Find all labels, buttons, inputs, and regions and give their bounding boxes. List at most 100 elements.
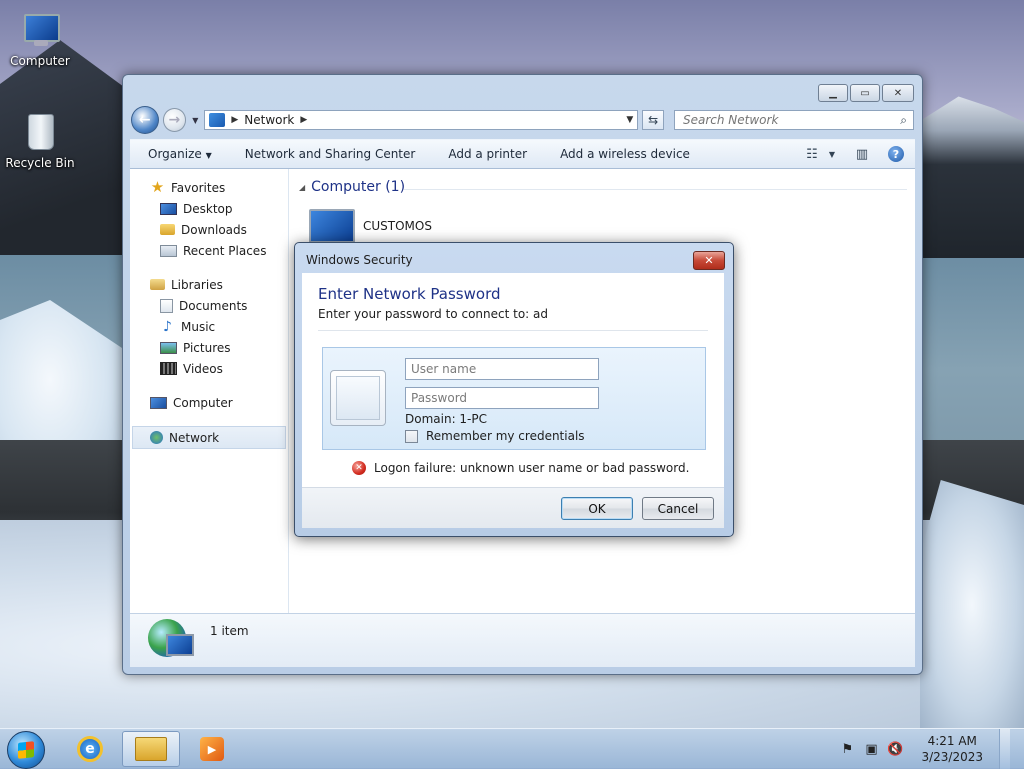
help-button[interactable]: ? bbox=[883, 143, 909, 165]
change-view-button[interactable]: ☷ bbox=[799, 143, 825, 165]
sidebar-item-libraries[interactable]: Libraries bbox=[130, 274, 288, 295]
media-player-icon: ▶ bbox=[200, 737, 224, 761]
network-icon bbox=[209, 113, 226, 127]
maximize-button[interactable]: ▭ bbox=[850, 84, 880, 102]
dialog-divider bbox=[318, 330, 708, 331]
breadcrumb-arrow-icon[interactable]: ▶ bbox=[300, 115, 307, 125]
sidebar-item-desktop[interactable]: Desktop bbox=[130, 198, 288, 219]
start-button[interactable] bbox=[7, 731, 45, 769]
documents-icon bbox=[160, 298, 173, 313]
nav-group-libraries: Libraries Documents ♪ Music Pictures Vide… bbox=[130, 274, 288, 379]
minimize-button[interactable]: ▁ bbox=[818, 84, 848, 102]
music-note-icon: ♪ bbox=[163, 318, 172, 335]
chevron-down-icon: ▼ bbox=[828, 149, 836, 159]
add-printer-button[interactable]: Add a printer bbox=[430, 147, 542, 161]
recent-pages-dropdown[interactable]: ▼ bbox=[192, 116, 198, 125]
sidebar-item-videos[interactable]: Videos bbox=[130, 358, 288, 379]
group-header-computer[interactable]: ◢ Computer (1) bbox=[299, 179, 405, 195]
sidebar-item-downloads[interactable]: Downloads bbox=[130, 219, 288, 240]
sidebar-item-network[interactable]: Network bbox=[132, 426, 286, 449]
show-desktop-button[interactable] bbox=[999, 729, 1010, 769]
command-bar: Organize ▼ Network and Sharing Center Ad… bbox=[130, 139, 915, 169]
network-sharing-center-button[interactable]: Network and Sharing Center bbox=[227, 147, 431, 161]
windows-security-dialog: Windows Security ✕ Enter Network Passwor… bbox=[294, 242, 734, 537]
view-options-dropdown[interactable]: ▼ bbox=[825, 143, 839, 165]
clock[interactable]: 4:21 AM 3/23/2023 bbox=[921, 733, 983, 765]
ok-button[interactable]: OK bbox=[561, 497, 633, 520]
sidebar-item-pictures[interactable]: Pictures bbox=[130, 337, 288, 358]
breadcrumb-network[interactable]: Network bbox=[244, 113, 294, 127]
error-message: ✕ Logon failure: unknown user name or ba… bbox=[352, 461, 689, 475]
taskbar: e ▶ ⚑ ▣ 🔇 4:21 AM 3/23/2023 bbox=[0, 728, 1024, 769]
folder-icon bbox=[135, 737, 167, 761]
item-count: 1 item bbox=[210, 624, 249, 638]
volume-muted-icon[interactable]: 🔇 bbox=[887, 741, 903, 757]
nav-group-computer: Computer bbox=[130, 392, 288, 413]
action-center-flag-icon[interactable]: ⚑ bbox=[839, 741, 855, 757]
windows-logo-icon bbox=[18, 741, 34, 759]
window-controls: ▁ ▭ ✕ bbox=[818, 84, 914, 102]
nav-group-network: Network bbox=[130, 426, 288, 449]
sidebar-item-favorites[interactable]: ★ Favorites bbox=[130, 177, 288, 198]
organize-button[interactable]: Organize ▼ bbox=[130, 147, 227, 161]
desktop-icon-computer[interactable]: Computer bbox=[0, 10, 80, 68]
close-icon: ✕ bbox=[893, 87, 903, 99]
dialog-title: Windows Security bbox=[306, 253, 413, 267]
dialog-heading: Enter Network Password bbox=[318, 285, 501, 303]
credential-tile: Domain: 1-PC Remember my credentials bbox=[322, 347, 706, 450]
network-icon bbox=[150, 431, 163, 444]
address-bar[interactable]: ▶ Network ▶ ▼ bbox=[204, 110, 639, 130]
close-button[interactable]: ✕ bbox=[882, 84, 914, 102]
forward-button[interactable]: → bbox=[162, 108, 187, 132]
dialog-subtitle: Enter your password to connect to: ad bbox=[318, 307, 548, 321]
dialog-body: Enter Network Password Enter your passwo… bbox=[302, 273, 724, 487]
search-icon: ⌕ bbox=[900, 112, 907, 127]
refresh-icon: ⇆ bbox=[648, 113, 659, 127]
arrow-left-icon: ← bbox=[138, 112, 151, 128]
address-row: ← → ▼ ▶ Network ▶ ▼ ⇆ ⌕ bbox=[131, 106, 914, 134]
remember-label: Remember my credentials bbox=[426, 429, 585, 443]
nav-group-favorites: ★ Favorites Desktop Downloads Recent Plac… bbox=[130, 177, 288, 261]
refresh-button[interactable]: ⇆ bbox=[642, 110, 664, 130]
list-item-customos[interactable]: CUSTOMOS bbox=[309, 209, 432, 243]
star-icon: ★ bbox=[150, 178, 165, 196]
computer-icon bbox=[20, 10, 60, 50]
sidebar-item-music[interactable]: ♪ Music bbox=[130, 316, 288, 337]
remember-checkbox[interactable] bbox=[405, 429, 418, 443]
sidebar-item-computer[interactable]: Computer bbox=[130, 392, 288, 413]
network-status-icon[interactable]: ▣ bbox=[863, 741, 879, 757]
view-list-icon: ☷ bbox=[806, 146, 818, 162]
dialog-footer: OK Cancel bbox=[302, 487, 724, 528]
desktop-icon-label: Recycle Bin bbox=[5, 156, 75, 170]
taskbar-internet-explorer[interactable]: e bbox=[64, 731, 116, 767]
add-wireless-device-button[interactable]: Add a wireless device bbox=[542, 147, 705, 161]
sidebar-item-recent-places[interactable]: Recent Places bbox=[130, 240, 288, 261]
search-box[interactable]: ⌕ bbox=[674, 110, 914, 130]
domain-label: Domain: 1-PC bbox=[405, 412, 488, 426]
minimize-icon: ▁ bbox=[829, 87, 837, 99]
preview-pane-button[interactable]: ▥ bbox=[849, 143, 875, 165]
username-input[interactable] bbox=[405, 358, 599, 380]
taskbar-media-player[interactable]: ▶ bbox=[186, 731, 238, 767]
sidebar-item-documents[interactable]: Documents bbox=[130, 295, 288, 316]
address-dropdown-icon[interactable]: ▼ bbox=[626, 115, 633, 125]
system-tray: ⚑ ▣ 🔇 4:21 AM 3/23/2023 bbox=[839, 729, 1024, 769]
wallpaper-ice-right bbox=[920, 480, 1024, 730]
film-strip-icon bbox=[160, 362, 177, 375]
search-input[interactable] bbox=[681, 112, 901, 128]
arrow-right-icon: → bbox=[168, 112, 181, 128]
error-icon: ✕ bbox=[352, 461, 366, 475]
clock-time: 4:21 AM bbox=[927, 734, 977, 748]
taskbar-windows-explorer[interactable] bbox=[122, 731, 180, 767]
password-input[interactable] bbox=[405, 387, 599, 409]
help-icon: ? bbox=[888, 146, 904, 162]
network-monitor-icon bbox=[166, 634, 194, 656]
cancel-button[interactable]: Cancel bbox=[642, 497, 714, 520]
recent-places-icon bbox=[160, 244, 177, 257]
preview-pane-icon: ▥ bbox=[855, 146, 869, 162]
breadcrumb-arrow-icon[interactable]: ▶ bbox=[231, 115, 238, 125]
back-button[interactable]: ← bbox=[131, 106, 159, 134]
desktop-icon-recycle-bin[interactable]: Recycle Bin bbox=[0, 112, 80, 170]
dialog-close-button[interactable]: ✕ bbox=[693, 251, 725, 270]
remember-credentials[interactable]: Remember my credentials bbox=[405, 429, 585, 443]
